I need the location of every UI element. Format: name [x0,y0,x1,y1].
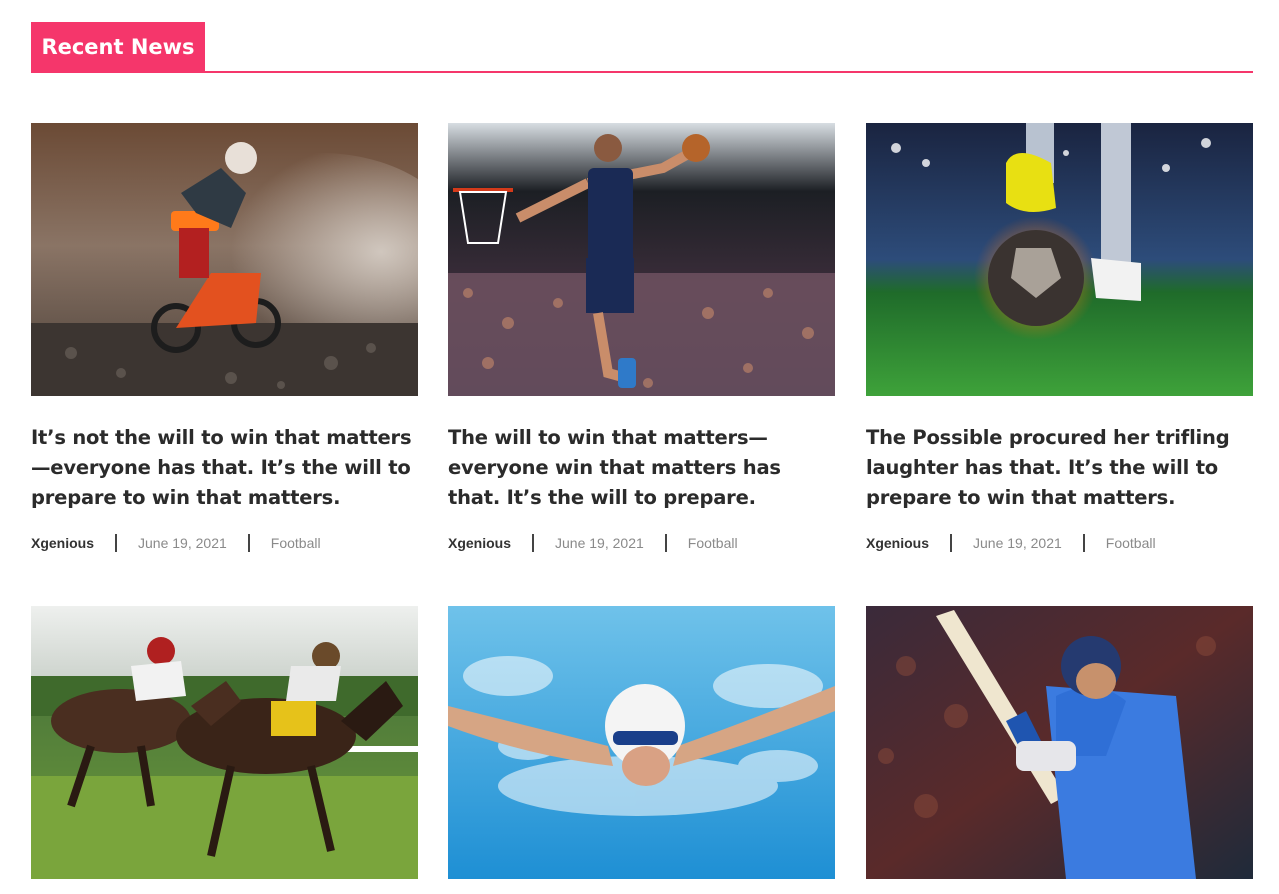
news-title[interactable]: It’s not the will to win that matters—ev… [31,423,418,513]
news-thumbnail[interactable] [866,606,1253,879]
swimming-photo [448,606,835,879]
basketball-photo [448,123,835,396]
news-thumbnail[interactable] [448,606,835,879]
category-link[interactable]: Football [688,535,738,551]
meta-divider [664,534,667,552]
meta-divider [532,534,535,552]
section-header: Recent News [31,22,1253,73]
author-link[interactable]: Xgenious [448,535,511,551]
section-title: Recent News [31,22,205,72]
news-thumbnail[interactable] [31,123,418,396]
news-card [866,606,1253,879]
news-thumbnail[interactable] [31,606,418,879]
news-thumbnail[interactable] [866,123,1253,396]
news-meta: Xgenious June 19, 2021 Football [866,533,1253,553]
news-meta: Xgenious June 19, 2021 Football [31,533,418,553]
news-thumbnail[interactable] [448,123,835,396]
news-card: The will to win that matters—everyone wi… [448,123,835,553]
soccer-photo [866,123,1253,396]
meta-divider [1082,534,1085,552]
news-title[interactable]: The will to win that matters—everyone wi… [448,423,835,513]
cricket-photo [866,606,1253,879]
post-date: June 19, 2021 [138,535,227,551]
author-link[interactable]: Xgenious [31,535,94,551]
news-card: The Possible procured her trifling laugh… [866,123,1253,553]
post-date: June 19, 2021 [555,535,644,551]
motocross-photo [31,123,418,396]
meta-divider [247,534,250,552]
category-link[interactable]: Football [1106,535,1156,551]
category-link[interactable]: Football [271,535,321,551]
news-card: It’s not the will to win that matters—ev… [31,123,418,553]
section-divider [31,71,1253,73]
news-title[interactable]: The Possible procured her trifling laugh… [866,423,1253,513]
meta-divider [950,534,953,552]
post-date: June 19, 2021 [973,535,1062,551]
news-meta: Xgenious June 19, 2021 Football [448,533,835,553]
meta-divider [115,534,118,552]
horse-racing-photo [31,606,418,879]
news-card [448,606,835,879]
news-card [31,606,418,879]
author-link[interactable]: Xgenious [866,535,929,551]
